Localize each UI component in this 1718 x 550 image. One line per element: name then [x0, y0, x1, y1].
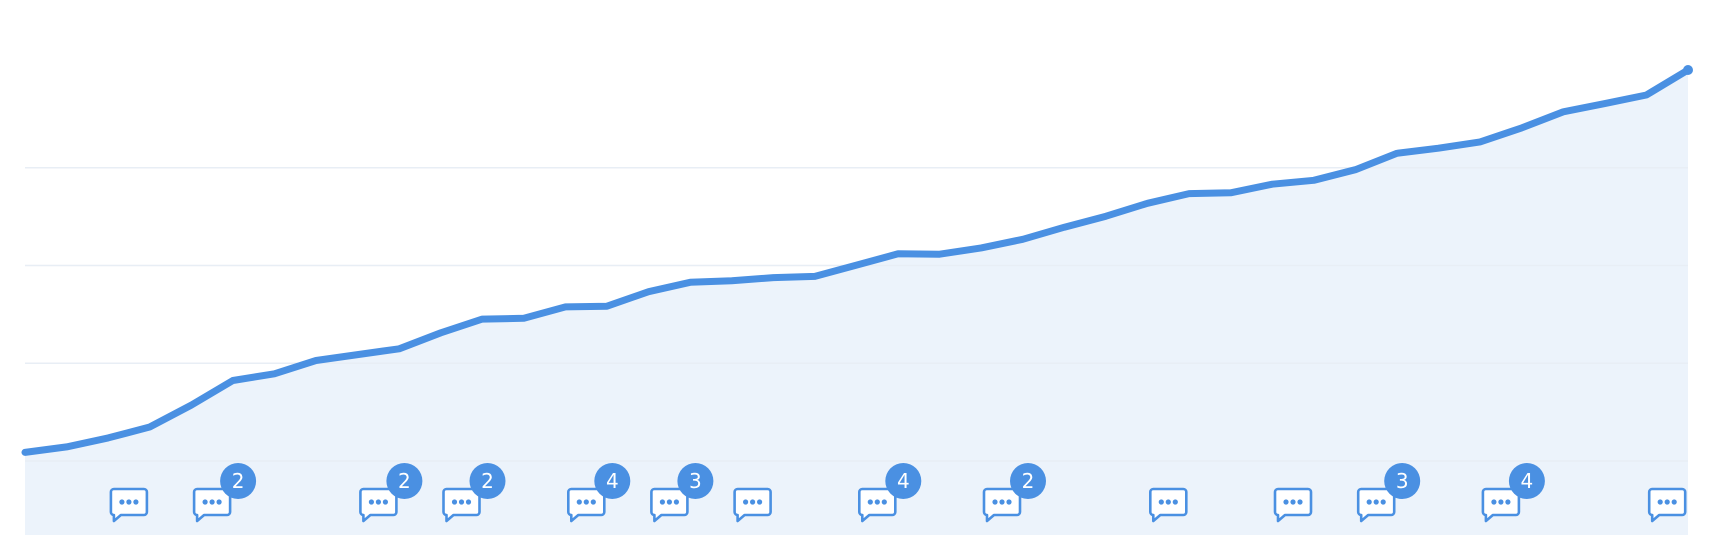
count-badge: 2 [386, 463, 423, 499]
comment-dot [382, 499, 388, 505]
comment-dot [874, 499, 880, 505]
comment-icon [982, 487, 1022, 523]
comment-dot [1671, 499, 1677, 505]
comment-dot [1290, 499, 1296, 505]
comment-icon [1273, 487, 1313, 523]
comment-icon [1481, 487, 1521, 523]
comment-icon [650, 487, 689, 523]
comment-dot [590, 499, 596, 505]
annotation-marker [733, 487, 772, 523]
comment-dot [1283, 499, 1289, 505]
comment-dot [1498, 499, 1504, 505]
comment-dot [133, 499, 139, 505]
badge-count: 2 [398, 469, 411, 493]
comment-dot [1491, 499, 1497, 505]
comment-icon [857, 487, 897, 523]
comment-dot [666, 499, 672, 505]
comment-dot [1373, 499, 1379, 505]
comment-dot [1297, 499, 1303, 505]
comment-bubble [566, 487, 606, 523]
comment-dot [881, 499, 887, 505]
comment-dot [1366, 499, 1372, 505]
comment-dot [659, 499, 665, 505]
comment-dot [1006, 499, 1012, 505]
count-badge: 3 [1384, 463, 1421, 499]
comment-dot [209, 499, 215, 505]
annotation-marker [1273, 487, 1313, 523]
line-chart: 2 2 2 4 3 4 2 3 4 [0, 0, 1718, 550]
comment-dot [750, 499, 756, 505]
comment-dot [126, 499, 132, 505]
comment-bubble [1481, 487, 1521, 523]
comment-icon [1356, 487, 1396, 523]
series-endpoint [1683, 65, 1693, 75]
comment-dot [202, 499, 208, 505]
comment-bubble [359, 487, 398, 523]
comment-dot [1165, 499, 1171, 505]
annotation-marker [1647, 487, 1687, 523]
comment-dot [992, 499, 998, 505]
comment-icon [733, 487, 772, 523]
comment-icon [359, 487, 398, 523]
comment-bubble [192, 487, 232, 523]
comment-dot [743, 499, 749, 505]
comment-bubble [1273, 487, 1313, 523]
comment-dot [451, 499, 458, 505]
comment-bubble [1647, 487, 1687, 523]
comment-bubble [650, 487, 689, 523]
comment-dot [583, 499, 589, 505]
comment-dot [576, 499, 582, 505]
annotation-marker [109, 487, 149, 523]
count-badge: 4 [885, 463, 922, 499]
comment-dot [465, 499, 472, 505]
count-badge: 2 [1010, 463, 1046, 499]
comment-dot [757, 499, 763, 505]
area-fill [25, 70, 1688, 535]
badge-count: 2 [1022, 469, 1035, 493]
comment-dot [867, 499, 873, 505]
comment-dot [1172, 499, 1178, 505]
badge-count: 3 [689, 469, 702, 493]
chart-svg: 2 2 2 4 3 4 2 3 4 [21, 65, 1693, 535]
comment-dot [1657, 499, 1663, 505]
badge-count: 3 [1396, 469, 1409, 493]
badge-count: 4 [1521, 469, 1534, 493]
comment-bubble [733, 487, 772, 523]
comment-bubble [109, 487, 149, 523]
comment-icon [1149, 487, 1188, 523]
badge-count: 4 [897, 469, 910, 493]
comment-dot [673, 499, 679, 505]
badge-count: 4 [606, 469, 619, 493]
comment-dot [1158, 499, 1164, 505]
comment-dot [375, 499, 381, 505]
comment-dot [1380, 499, 1386, 505]
comment-dot [1664, 499, 1670, 505]
count-badge: 2 [469, 463, 506, 499]
count-badge: 4 [594, 463, 631, 499]
comment-bubble [442, 487, 481, 523]
count-badge: 2 [220, 463, 257, 499]
comment-dot [119, 499, 125, 505]
comment-icon [109, 487, 149, 523]
comment-dot [368, 499, 374, 505]
comment-bubble [857, 487, 897, 523]
badge-count: 2 [232, 469, 245, 493]
count-badge: 3 [677, 463, 714, 499]
comment-dot [1505, 499, 1511, 505]
comment-bubble [1356, 487, 1396, 523]
comment-dot [216, 499, 222, 505]
comment-dot [999, 499, 1005, 505]
comment-icon [192, 487, 232, 523]
comment-bubble [1149, 487, 1188, 523]
badge-count: 2 [481, 469, 494, 493]
comment-dot [458, 499, 465, 505]
comment-bubble [982, 487, 1022, 523]
count-badge: 4 [1508, 463, 1545, 499]
annotation-marker [1149, 487, 1188, 523]
comment-icon [442, 487, 481, 523]
comment-icon [566, 487, 606, 523]
comment-icon [1647, 487, 1687, 523]
